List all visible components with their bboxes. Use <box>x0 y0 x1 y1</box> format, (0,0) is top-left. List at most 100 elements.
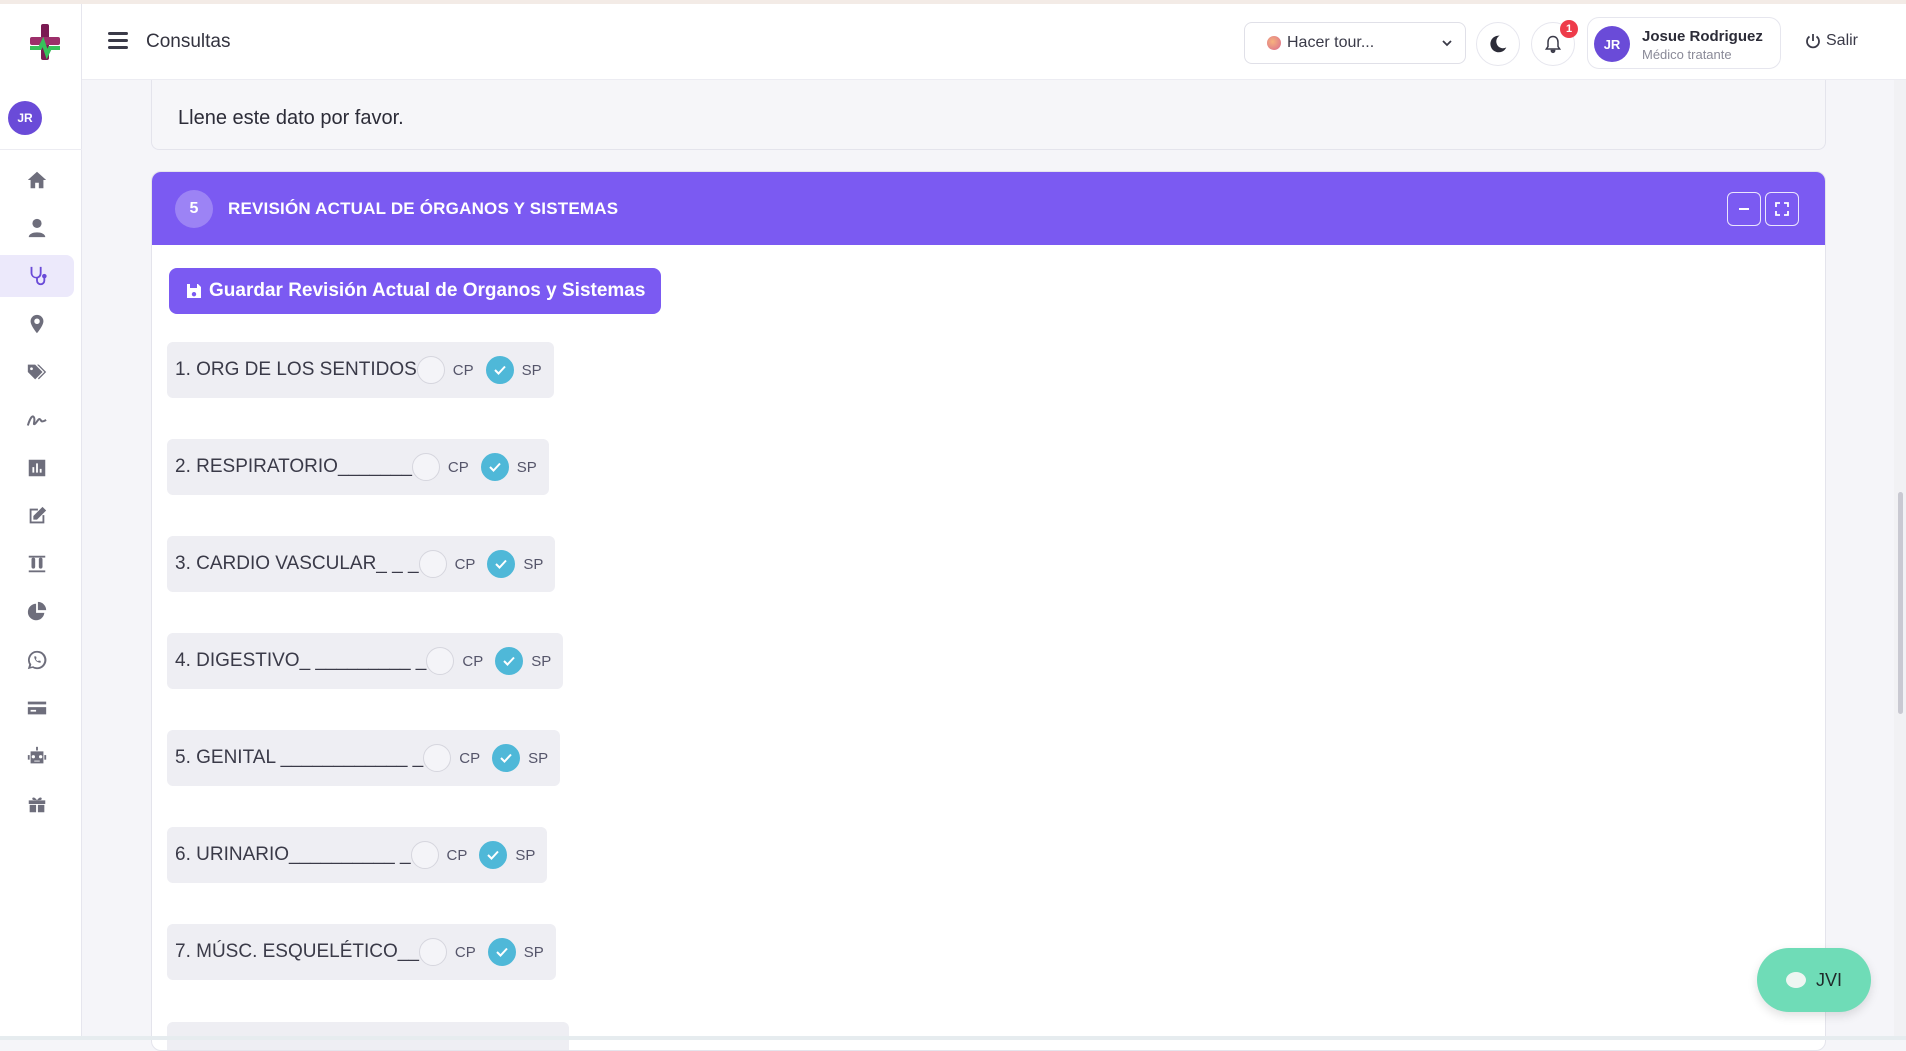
notifications-button[interactable]: 1 <box>1531 20 1578 66</box>
tour-select[interactable]: Hacer tour... <box>1244 22 1466 64</box>
sp-label: SP <box>528 749 549 767</box>
organ-row-genital: 5. GENITAL ____________ _ CP SP <box>167 730 561 786</box>
organ-row-digestivo: 4. DIGESTIVO_ _________ _ CP SP <box>167 633 564 689</box>
sp-label: SP <box>531 652 552 670</box>
sidebar-item-tags[interactable] <box>0 351 74 393</box>
cp-radio[interactable] <box>418 938 447 966</box>
sidebar-item-stethoscope[interactable] <box>0 255 74 297</box>
organ-label: 7. MÚSC. ESQUELÉTICO__ <box>175 941 419 962</box>
check-icon <box>496 947 508 957</box>
robot-icon <box>27 746 47 764</box>
power-icon <box>1806 34 1820 49</box>
gift-icon <box>28 797 46 813</box>
user-icon <box>28 218 46 238</box>
sidebar-item-lab[interactable] <box>0 543 74 585</box>
sidebar-item-gift[interactable] <box>0 783 74 825</box>
sidebar-item-edit[interactable] <box>0 495 74 537</box>
collapse-button[interactable] <box>1727 192 1761 226</box>
save-button-label: Guardar Revisión Actual de Organos y Sis… <box>209 280 646 301</box>
edit-icon <box>29 506 47 524</box>
sp-label: SP <box>523 555 544 573</box>
sp-label: SP <box>515 846 536 864</box>
sidebar-item-whatsapp[interactable] <box>0 639 74 681</box>
sp-radio[interactable] <box>479 841 508 869</box>
cp-label: CP <box>454 555 476 573</box>
organ-label: 6. URINARIO__________ _ <box>175 844 411 865</box>
sp-radio[interactable] <box>492 744 521 772</box>
save-icon <box>187 284 201 298</box>
validation-message: Llene este dato por favor. <box>178 107 404 129</box>
hamburger-menu-icon[interactable] <box>108 32 128 50</box>
expand-icon <box>1775 202 1789 216</box>
sp-radio[interactable] <box>485 356 514 384</box>
check-icon <box>503 656 515 666</box>
sp-radio[interactable] <box>487 550 516 578</box>
sp-radio[interactable] <box>487 938 516 966</box>
pie-chart-icon <box>27 601 47 621</box>
moon-icon <box>1490 35 1507 53</box>
fullscreen-button[interactable] <box>1765 192 1799 226</box>
stethoscope-icon <box>30 266 47 286</box>
sidebar-divider <box>0 149 82 150</box>
sidebar-item-robot[interactable] <box>0 735 74 777</box>
signature-icon <box>26 415 47 426</box>
app-logo[interactable] <box>28 24 62 64</box>
cp-radio[interactable] <box>410 841 439 869</box>
cp-radio[interactable] <box>426 647 455 675</box>
organ-label: 2. RESPIRATORIO_______ <box>175 456 412 477</box>
organ-label: 4. DIGESTIVO_ _________ _ <box>175 650 427 671</box>
sp-radio[interactable] <box>495 647 524 675</box>
organ-label: 3. CARDIO VASCULAR_ _ _ <box>175 553 419 574</box>
top-header: Consultas Hacer tour... 1 JR Josue Rodri… <box>82 4 1906 80</box>
notification-badge: 1 <box>1560 20 1578 38</box>
chat-widget-button[interactable]: JVI <box>1757 948 1871 1012</box>
sidebar-item-user[interactable] <box>0 207 74 249</box>
cp-radio[interactable] <box>411 453 440 481</box>
cp-radio[interactable] <box>418 550 447 578</box>
check-icon <box>493 365 506 375</box>
sp-radio[interactable] <box>480 453 509 481</box>
organ-row-sentidos: 1. ORG DE LOS SENTIDOS CP SP <box>167 342 554 398</box>
scrollbar-thumb[interactable] <box>1898 492 1903 714</box>
organ-row-cardiovascular: 3. CARDIO VASCULAR_ _ _ CP SP <box>167 536 556 592</box>
tour-icon <box>1267 36 1281 50</box>
logout-button[interactable]: Salir <box>1805 32 1858 50</box>
check-icon <box>489 462 501 472</box>
user-role: Médico tratante <box>1642 47 1732 62</box>
sp-label: SP <box>521 361 542 379</box>
map-pin-icon <box>30 314 44 334</box>
sidebar-item-chart[interactable] <box>0 447 74 489</box>
organ-label: 5. GENITAL ____________ _ <box>175 747 424 768</box>
dark-mode-toggle[interactable] <box>1476 22 1520 66</box>
avatar: JR <box>1594 26 1630 62</box>
logout-label: Salir <box>1826 32 1859 49</box>
cp-label: CP <box>446 846 468 864</box>
cp-radio[interactable] <box>416 356 445 384</box>
sp-label: SP <box>516 458 537 476</box>
organ-review-section: 5 REVISIÓN ACTUAL DE ÓRGANOS Y SISTEMAS … <box>151 171 1826 1051</box>
section-title: REVISIÓN ACTUAL DE ÓRGANOS Y SISTEMAS <box>228 199 619 218</box>
section-header: 5 REVISIÓN ACTUAL DE ÓRGANOS Y SISTEMAS <box>152 172 1825 245</box>
organ-row-respiratorio: 2. RESPIRATORIO_______ CP SP <box>167 439 549 495</box>
tour-select-value: Hacer tour... <box>1287 34 1375 51</box>
cp-label: CP <box>452 361 474 379</box>
cp-radio[interactable] <box>423 744 452 772</box>
bar-chart-icon <box>28 459 46 477</box>
cp-label: CP <box>454 943 476 961</box>
chat-bubble-icon <box>1785 972 1806 988</box>
cp-label: CP <box>447 458 469 476</box>
test-tubes-icon <box>28 555 46 573</box>
sidebar-avatar[interactable]: JR <box>8 101 42 135</box>
user-name: Josue Rodriguez <box>1642 28 1763 45</box>
sidebar-item-card[interactable] <box>0 687 74 729</box>
previous-section-card: Llene este dato por favor. <box>151 80 1826 150</box>
user-menu[interactable]: JR Josue Rodriguez Médico tratante <box>1587 17 1781 69</box>
sidebar-item-signature[interactable] <box>0 399 74 441</box>
sidebar-item-home[interactable] <box>0 159 74 201</box>
cp-label: CP <box>462 652 484 670</box>
sidebar-item-location[interactable] <box>0 303 74 345</box>
sidebar: JR <box>0 4 82 1040</box>
sidebar-item-pie[interactable] <box>0 591 74 633</box>
save-organ-review-button[interactable]: Guardar Revisión Actual de Organos y Sis… <box>169 268 662 314</box>
chat-widget-label: JVI <box>1815 969 1842 990</box>
